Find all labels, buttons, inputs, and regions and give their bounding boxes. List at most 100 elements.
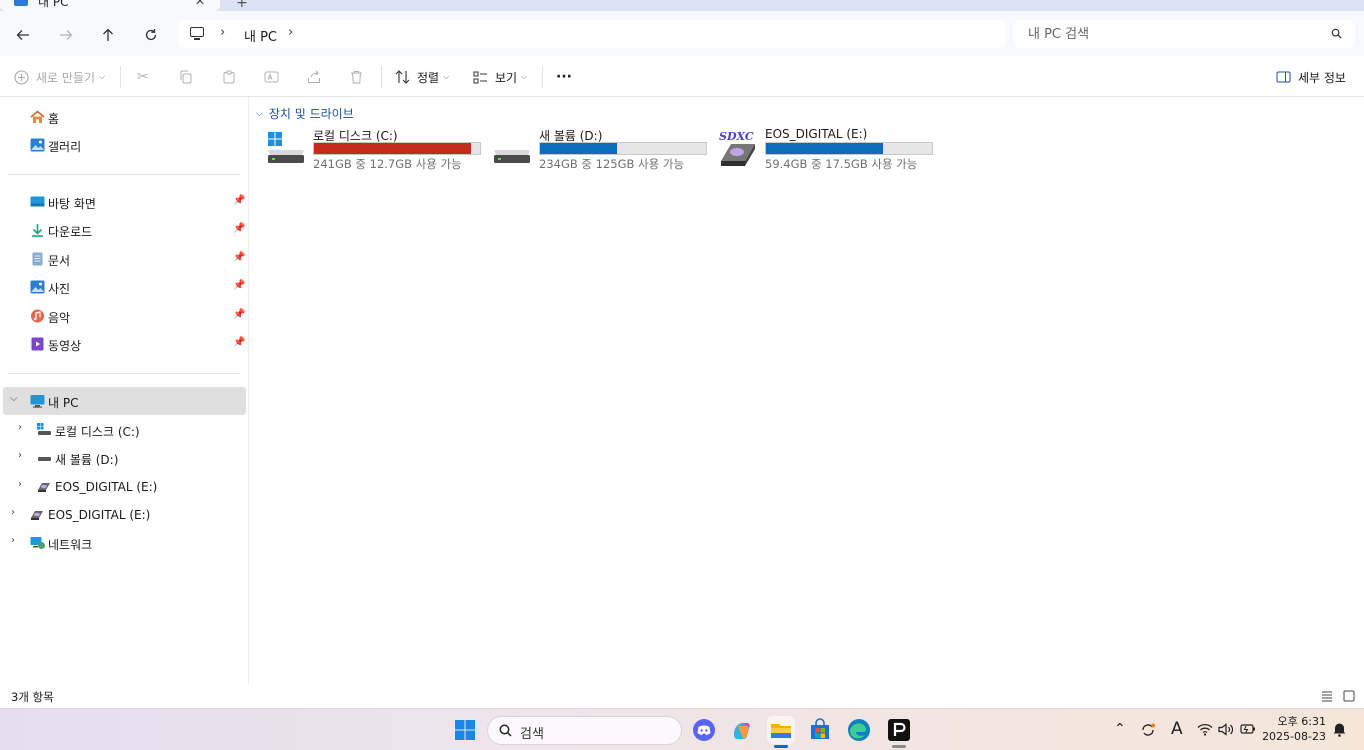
sidebar-item-network[interactable]: › 네트워크 <box>0 529 246 557</box>
pin-icon[interactable]: 📌 <box>233 337 245 348</box>
breadcrumb-chevron-icon[interactable]: › <box>220 25 225 40</box>
group-header-devices[interactable]: ⌵ 장치 및 드라이브 <box>256 105 354 122</box>
music-icon <box>31 309 44 323</box>
taskbar-search[interactable]: 검색 <box>487 716 682 745</box>
sidebar-label: EOS_DIGITAL (E:) <box>55 480 158 494</box>
pin-icon[interactable]: 📌 <box>233 309 245 320</box>
arrow-right-icon <box>60 30 73 40</box>
app-icon[interactable] <box>885 716 913 744</box>
sidebar-item-home[interactable]: 홈 <box>0 103 246 131</box>
refresh-button[interactable] <box>138 22 164 48</box>
sidebar-item-drive-d[interactable]: › 새 볼륨 (D:) <box>0 444 246 472</box>
store-icon[interactable] <box>806 716 834 744</box>
drive-tile-e[interactable]: SDXC EOS_DIGITAL (E:) 59.4GB 중 17.5GB 사용… <box>702 125 933 171</box>
sidebar-item-drive-c[interactable]: › 로컬 디스크 (C:) <box>0 416 246 444</box>
chevron-down-icon[interactable]: ⌵ <box>10 393 18 404</box>
chevron-right-icon[interactable]: › <box>11 535 15 546</box>
more-options-button[interactable]: ··· <box>556 66 572 88</box>
ime-indicator[interactable]: A <box>1171 719 1183 739</box>
sync-icon[interactable] <box>1140 722 1156 738</box>
drive-tile-d[interactable]: 새 볼륨 (D:) 234GB 중 125GB 사용 가능 <box>476 125 707 171</box>
desktop-icon <box>30 196 45 207</box>
rename-icon[interactable] <box>262 68 280 86</box>
up-button[interactable] <box>95 22 121 48</box>
copilot-icon[interactable] <box>728 716 756 744</box>
back-button[interactable] <box>10 22 36 48</box>
system-clock[interactable]: 오후 6:31 2025-08-23 <box>1262 714 1326 744</box>
new-button[interactable]: 새로 만들기 ⌵ <box>14 66 105 88</box>
view-button[interactable]: 보기 ⌵ <box>473 66 527 88</box>
drive-free-space: 241GB 중 12.7GB 사용 가능 <box>313 157 462 171</box>
breadcrumb-this-pc[interactable]: 내 PC <box>244 26 277 45</box>
content-pane: ⌵ 장치 및 드라이브 로컬 디스크 (C:) 241GB 중 12.7GB 사… <box>250 97 1364 685</box>
sidebar-item-videos[interactable]: 동영상 📌 <box>0 330 246 358</box>
address-bar[interactable]: › 내 PC › <box>178 20 1006 48</box>
sidebar-label: 사진 <box>48 282 71 296</box>
search-icon <box>499 724 512 737</box>
paste-icon[interactable] <box>220 68 238 86</box>
notification-bell-icon[interactable] <box>1332 721 1347 737</box>
pin-icon[interactable]: 📌 <box>233 223 245 234</box>
sidebar-label: 문서 <box>48 254 71 268</box>
cut-icon[interactable]: ✂ <box>134 68 152 86</box>
details-pane-icon <box>1276 71 1291 83</box>
sidebar-item-downloads[interactable]: 다운로드 📌 <box>0 216 246 244</box>
details-view-icon[interactable] <box>1321 690 1333 702</box>
sort-label: 정렬 <box>417 70 440 85</box>
chevron-right-icon[interactable]: › <box>18 450 22 461</box>
search-box[interactable] <box>1014 20 1354 48</box>
discord-icon[interactable] <box>690 716 718 744</box>
sidebar-item-documents[interactable]: 문서 📌 <box>0 245 246 273</box>
new-tab-button[interactable]: + <box>236 0 248 11</box>
pc-icon <box>30 395 45 408</box>
delete-icon[interactable] <box>347 68 365 86</box>
sidebar-label: 갤러리 <box>48 140 82 154</box>
chevron-right-icon[interactable]: › <box>18 479 22 490</box>
share-icon[interactable] <box>305 68 323 86</box>
download-icon <box>32 224 43 237</box>
sidebar-item-music[interactable]: 음악 📌 <box>0 302 246 330</box>
chevron-right-icon[interactable]: › <box>11 507 15 518</box>
edge-icon[interactable] <box>845 716 873 744</box>
wifi-icon[interactable] <box>1197 723 1213 736</box>
sort-icon <box>395 70 410 84</box>
sidebar-item-desktop[interactable]: 바탕 화면 📌 <box>0 188 246 216</box>
tab-this-pc[interactable]: 내 PC ✕ <box>0 0 220 11</box>
arrow-up-icon <box>103 28 113 41</box>
sidebar-item-this-pc[interactable]: ⌵ 내 PC <box>3 387 246 415</box>
pin-icon[interactable]: 📌 <box>233 252 245 263</box>
volume-icon[interactable] <box>1218 723 1233 736</box>
drive-usage-bar <box>313 142 481 155</box>
drive-tile-c[interactable]: 로컬 디스크 (C:) 241GB 중 12.7GB 사용 가능 <box>250 125 481 171</box>
pin-icon[interactable]: 📌 <box>233 195 245 206</box>
sidebar-item-gallery[interactable]: 갤러리 <box>0 131 246 159</box>
sidebar-label: EOS_DIGITAL (E:) <box>48 508 151 522</box>
start-icon[interactable] <box>451 716 479 744</box>
sidebar-label: 내 PC <box>48 396 79 410</box>
sdxc-card-icon: SDXC <box>719 130 755 166</box>
tiles-view-icon[interactable] <box>1343 690 1355 702</box>
sidebar-item-drive-e[interactable]: › EOS_DIGITAL (E:) <box>0 473 246 501</box>
more-icon: ··· <box>556 69 572 85</box>
gallery-icon <box>30 138 45 152</box>
details-pane-button[interactable]: 세부 정보 <box>1276 66 1346 88</box>
sidebar-item-removable-e[interactable]: › EOS_DIGITAL (E:) <box>0 501 246 529</box>
new-button-label: 새로 만들기 <box>36 70 96 85</box>
chevron-down-icon: ⌵ <box>256 108 263 119</box>
copy-icon[interactable] <box>177 68 195 86</box>
sort-button[interactable]: 정렬 ⌵ <box>395 66 449 88</box>
pin-icon[interactable]: 📌 <box>233 280 245 291</box>
chevron-down-icon: ⌵ <box>443 72 450 81</box>
forward-button[interactable] <box>53 22 79 48</box>
search-input[interactable] <box>1028 24 1318 44</box>
file-explorer-icon[interactable] <box>767 716 795 744</box>
chevron-up-icon[interactable]: ⌃ <box>1114 721 1126 737</box>
battery-icon[interactable] <box>1240 723 1256 735</box>
tab-title: 내 PC <box>38 0 69 9</box>
chevron-right-icon[interactable]: › <box>18 422 22 433</box>
navigation-pane: 홈 갤러리 바탕 화면 📌 다운로드 📌 문서 📌 사진 📌 음악 📌 동영상 … <box>0 97 249 685</box>
breadcrumb-chevron-icon[interactable]: › <box>288 25 293 40</box>
pc-icon <box>190 27 204 40</box>
sidebar-item-pictures[interactable]: 사진 📌 <box>0 273 246 301</box>
tab-close-button[interactable]: ✕ <box>195 0 205 7</box>
